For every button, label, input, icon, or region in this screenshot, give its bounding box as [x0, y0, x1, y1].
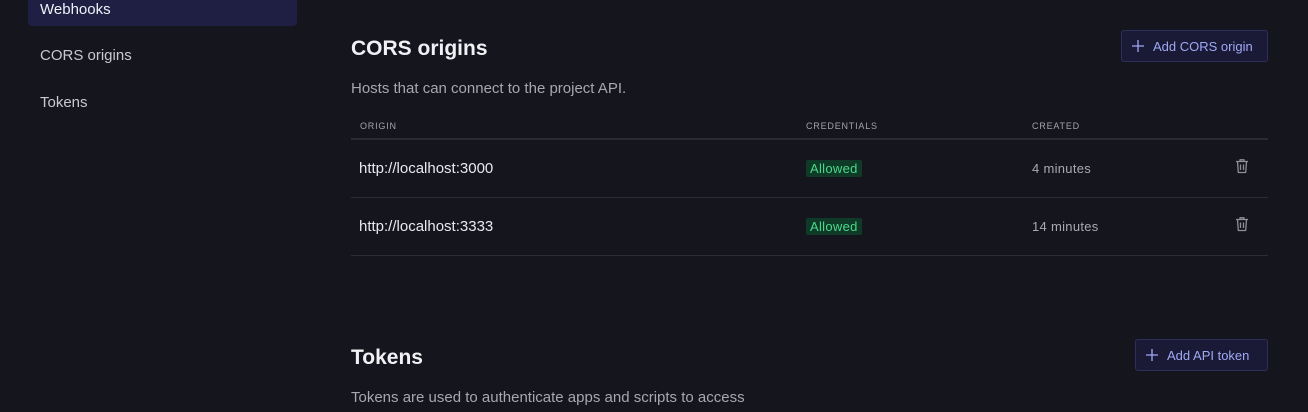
table-row: http://localhost:3333 Allowed 14 minutes — [351, 198, 1268, 256]
sidebar-item-tokens[interactable]: Tokens — [28, 87, 297, 119]
created-cell: 4 minutes — [1032, 161, 1092, 176]
add-cors-origin-button[interactable]: Add CORS origin — [1121, 30, 1268, 62]
tokens-section-title: Tokens — [351, 346, 423, 369]
cors-section-description: Hosts that can connect to the project AP… — [351, 80, 627, 97]
plus-icon — [1145, 348, 1159, 362]
origin-cell: http://localhost:3000 — [359, 160, 494, 177]
origin-cell: http://localhost:3333 — [359, 218, 494, 235]
sidebar-item-webhooks[interactable]: Webhooks — [28, 0, 297, 26]
credentials-cell: Allowed — [806, 198, 862, 255]
tokens-section-description: Tokens are used to authenticate apps and… — [351, 389, 745, 406]
cors-section-title: CORS origins — [351, 37, 488, 60]
trash-icon — [1235, 158, 1249, 179]
add-api-token-button[interactable]: Add API token — [1135, 339, 1268, 371]
sidebar-item-label: Webhooks — [40, 1, 111, 18]
sidebar-item-cors-origins[interactable]: CORS origins — [28, 40, 297, 72]
credentials-cell: Allowed — [806, 140, 862, 197]
add-api-token-label: Add API token — [1167, 347, 1250, 363]
created-cell: 14 minutes — [1032, 219, 1099, 234]
add-cors-origin-label: Add CORS origin — [1153, 38, 1253, 54]
delete-button[interactable] — [1235, 198, 1249, 255]
delete-button[interactable] — [1235, 140, 1249, 197]
table-row: http://localhost:3000 Allowed 4 minutes — [351, 140, 1268, 198]
column-header-origin: ORIGIN — [360, 121, 397, 131]
sidebar-item-label: CORS origins — [40, 47, 132, 64]
plus-icon — [1131, 39, 1145, 53]
column-header-credentials: CREDENTIALS — [806, 121, 878, 131]
column-header-created: CREATED — [1032, 121, 1080, 131]
sidebar-item-label: Tokens — [40, 94, 88, 111]
cors-origins-table: ORIGIN CREDENTIALS CREATED http://localh… — [351, 116, 1268, 256]
status-badge: Allowed — [806, 160, 862, 177]
trash-icon — [1235, 216, 1249, 237]
table-header: ORIGIN CREDENTIALS CREATED — [351, 116, 1268, 140]
status-badge: Allowed — [806, 218, 862, 235]
settings-page: Webhooks CORS origins Tokens CORS origin… — [0, 0, 1308, 412]
